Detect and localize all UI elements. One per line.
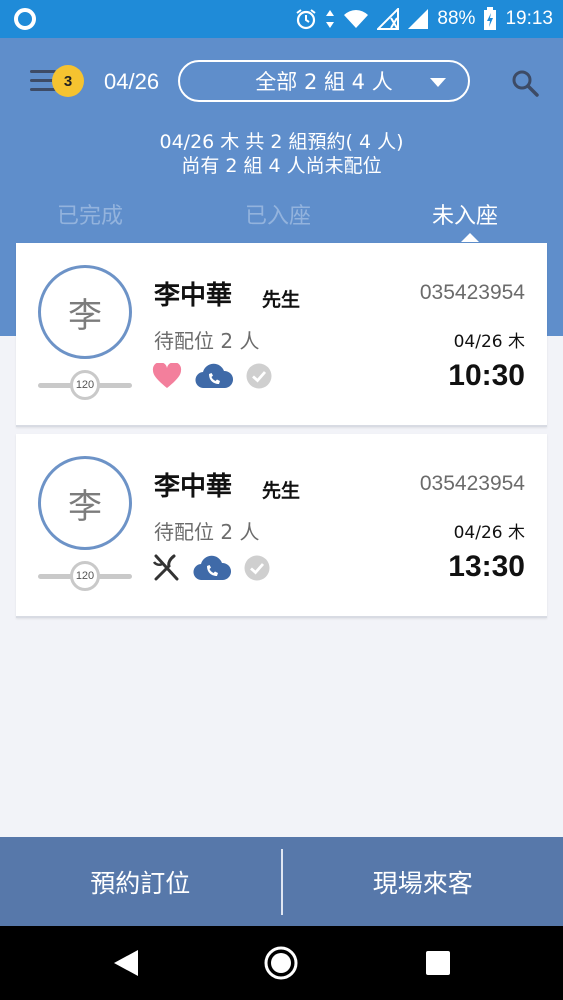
reservation-time: 13:30 — [448, 550, 525, 583]
signal-icon — [407, 8, 429, 30]
current-date[interactable]: 04/26 — [104, 69, 159, 95]
reservation-time: 10:30 — [448, 359, 525, 392]
new-reservation-button[interactable]: 預約訂位 — [0, 837, 281, 926]
reservation-tags — [152, 363, 272, 389]
chevron-down-icon — [430, 78, 446, 87]
signal-icon — [377, 8, 400, 30]
battery-percent: 88% — [437, 8, 476, 29]
tab-bar: 已完成 已入座 未入座 — [0, 190, 563, 242]
reservation-date: 04/26 木 — [453, 523, 525, 543]
summary-line-2: 尚有 2 組 4 人尚未配位 — [181, 155, 382, 177]
notification-badge: 3 — [52, 65, 84, 97]
reservation-card[interactable]: 李 120 李中華 先生 待配位 2 人 035423954 04/26 木 1… — [16, 243, 547, 427]
app-screen: 88% 19:13 3 04/26 全部 2 組 4 人 04/26 木 共 2… — [0, 0, 563, 1000]
duration-slider[interactable]: 120 — [38, 370, 132, 400]
walk-in-button[interactable]: 現場來客 — [283, 837, 563, 926]
clock: 19:13 — [505, 8, 553, 29]
cloud-phone-icon — [193, 555, 231, 581]
wifi-icon — [343, 9, 369, 29]
summary-line-1: 04/26 木 共 2 組預約( 4 人) — [159, 131, 404, 153]
check-circle-icon[interactable] — [244, 555, 270, 581]
filter-label: 全部 2 組 4 人 — [255, 70, 393, 94]
home-icon[interactable] — [251, 926, 311, 1000]
guest-name: 李中華 — [154, 281, 233, 311]
avatar: 李 — [38, 265, 132, 359]
slider-knob[interactable]: 120 — [70, 561, 100, 591]
cloud-phone-icon — [195, 363, 233, 389]
filter-dropdown[interactable]: 全部 2 組 4 人 — [178, 60, 470, 102]
status-bar: 88% 19:13 — [0, 0, 563, 38]
slider-knob[interactable]: 120 — [70, 370, 100, 400]
utensils-icon — [152, 554, 180, 582]
data-arrows-icon — [325, 9, 335, 29]
avatar: 李 — [38, 456, 132, 550]
seating-status: 待配位 2 人 — [154, 329, 260, 353]
top-bar: 3 04/26 全部 2 組 4 人 — [0, 38, 563, 124]
bottom-action-bar: 預約訂位 現場來客 — [0, 837, 563, 926]
check-circle-icon[interactable] — [246, 363, 272, 389]
alarm-icon — [295, 8, 317, 30]
tab-not-seated[interactable]: 未入座 — [432, 198, 498, 230]
guest-name: 李中華 — [154, 472, 233, 502]
duration-slider[interactable]: 120 — [38, 561, 132, 591]
tab-completed[interactable]: 已完成 — [57, 198, 123, 230]
phone-number[interactable]: 035423954 — [420, 281, 525, 305]
reservation-tags — [152, 554, 270, 582]
tab-seated[interactable]: 已入座 — [245, 198, 311, 230]
search-icon[interactable] — [511, 69, 539, 97]
back-icon[interactable] — [96, 926, 156, 1000]
guest-title: 先生 — [262, 480, 301, 502]
circle-app-icon — [14, 8, 36, 30]
seating-status: 待配位 2 人 — [154, 520, 260, 544]
battery-charging-icon — [483, 7, 497, 31]
recents-icon[interactable] — [408, 926, 468, 1000]
guest-title: 先生 — [262, 289, 301, 311]
phone-number[interactable]: 035423954 — [420, 472, 525, 496]
reservation-date: 04/26 木 — [453, 332, 525, 352]
active-tab-indicator — [461, 233, 479, 242]
navigation-bar — [0, 926, 563, 1000]
reservation-summary: 04/26 木 共 2 組預約( 4 人) 尚有 2 組 4 人尚未配位 — [0, 130, 563, 178]
heart-icon — [152, 363, 182, 389]
reservation-card[interactable]: 李 120 李中華 先生 待配位 2 人 035423954 04/26 木 1… — [16, 434, 547, 618]
